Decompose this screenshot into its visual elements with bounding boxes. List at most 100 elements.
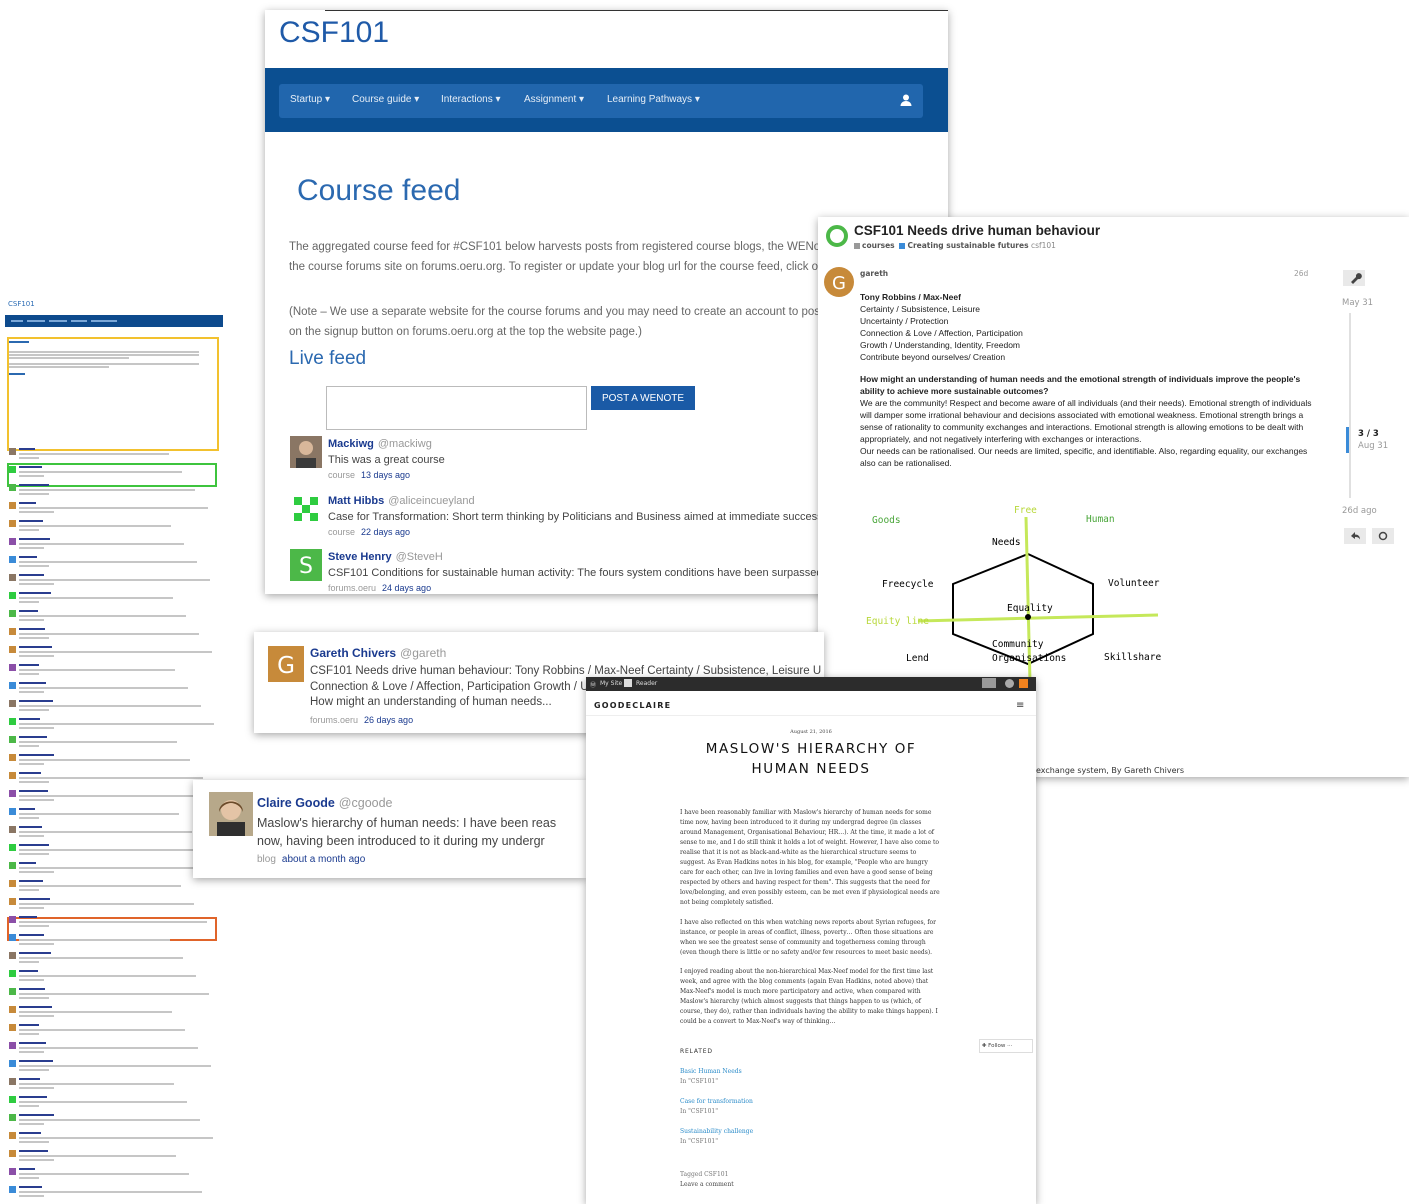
leave-comment-link[interactable]: Leave a comment — [680, 1181, 734, 1188]
mini-text — [19, 1029, 185, 1031]
wordpress-icon[interactable]: Ⓦ — [590, 680, 596, 689]
wenote-input[interactable] — [326, 386, 587, 430]
mini-text — [19, 1065, 211, 1067]
blog-site-title[interactable]: GOODECLAIRE — [594, 701, 671, 710]
svg-text:Freecycle: Freecycle — [882, 579, 934, 590]
site-brand[interactable]: CSF101 — [279, 16, 389, 50]
mini-avatar — [9, 880, 16, 887]
avatar[interactable]: G — [824, 267, 854, 297]
topic-title[interactable]: CSF101 Needs drive human behaviour — [854, 223, 1100, 238]
mini-text — [19, 723, 214, 725]
reader-link[interactable]: Reader — [636, 680, 657, 687]
post-date: August 21, 2016 — [790, 729, 832, 735]
mini-text — [19, 777, 203, 779]
mini-meta — [19, 727, 54, 729]
mini-text — [19, 669, 175, 671]
mini-meta — [19, 619, 44, 621]
nav-startup[interactable]: Startup ▾ — [290, 94, 330, 105]
mini-avatar — [9, 682, 16, 689]
mini-row — [9, 465, 215, 481]
mini-text — [19, 921, 207, 923]
menu-icon[interactable]: ≡ — [1016, 700, 1024, 711]
navbar: Startup ▾ Course guide ▾ Interactions ▾ … — [279, 84, 923, 118]
mini-text — [19, 1137, 213, 1139]
svg-text:Human: Human — [1086, 514, 1115, 525]
post-author[interactable]: gareth — [860, 269, 888, 278]
blog-post-page: Ⓦ My Site Reader GOODECLAIRE ≡ August 21… — [586, 677, 1036, 1204]
post-wenote-button[interactable]: POST A WENOTE — [591, 386, 695, 410]
mini-name — [19, 916, 37, 918]
mini-name — [19, 1096, 47, 1098]
mini-text — [19, 543, 184, 545]
oeru-logo-icon — [826, 225, 848, 247]
related-link[interactable]: Case for transformation — [680, 1098, 753, 1105]
reply-button[interactable] — [1344, 528, 1366, 544]
mini-text — [19, 813, 179, 815]
nav-assignment[interactable]: Assignment ▾ — [524, 94, 584, 105]
mini-name — [19, 718, 40, 720]
mini-text — [19, 831, 192, 833]
mini-row — [9, 1149, 215, 1165]
nav-learning-pathways[interactable]: Learning Pathways ▾ — [607, 94, 700, 105]
timeline-end[interactable]: 26d ago — [1342, 506, 1377, 516]
mini-avatar — [9, 466, 16, 473]
mini-meta — [19, 529, 39, 531]
svg-text:Skillshare: Skillshare — [1104, 652, 1161, 663]
author-name[interactable]: Claire Goode — [257, 796, 335, 810]
timeline-handle[interactable] — [1346, 427, 1349, 453]
author-name[interactable]: Gareth Chivers — [310, 646, 396, 660]
post-body: Tony Robbins / Max-Neef Certainty / Subs… — [860, 292, 1312, 468]
mini-name — [19, 484, 49, 486]
mini-avatar — [9, 862, 16, 869]
mini-name — [19, 844, 49, 846]
related-link[interactable]: Basic Human Needs — [680, 1068, 742, 1075]
mini-avatar — [9, 574, 16, 581]
mini-meta — [19, 1033, 39, 1035]
wrench-button[interactable] — [1343, 270, 1365, 286]
mini-row — [9, 1131, 215, 1147]
mini-name — [19, 952, 51, 954]
mini-row — [9, 843, 215, 859]
mini-avatar — [9, 502, 16, 509]
mini-text — [19, 561, 197, 563]
user-icon[interactable] — [899, 93, 913, 107]
nav-interactions[interactable]: Interactions ▾ — [441, 94, 501, 105]
notifications-icon[interactable] — [1019, 679, 1028, 688]
mini-text — [19, 849, 205, 851]
mini-meta — [19, 673, 39, 675]
svg-text:S: S — [299, 554, 313, 579]
notification-button[interactable] — [1372, 528, 1394, 544]
mini-avatar — [9, 1168, 16, 1175]
mini-row — [9, 645, 215, 661]
mini-row — [9, 1023, 215, 1039]
mini-text — [19, 741, 177, 743]
mini-avatar — [9, 826, 16, 833]
mini-avatar — [9, 1186, 16, 1193]
timestamp-link[interactable]: about a month ago — [282, 854, 365, 865]
post-paragraph: I have been reasonably familiar with Mas… — [680, 809, 940, 906]
avatar[interactable] — [1005, 679, 1014, 688]
my-site-link[interactable]: My Site — [600, 680, 622, 687]
mini-meta — [19, 1105, 39, 1107]
mini-row — [9, 717, 215, 733]
mini-meta — [19, 835, 44, 837]
write-icon[interactable] — [982, 678, 996, 688]
mini-text — [19, 795, 216, 797]
timeline-date: Aug 31 — [1358, 441, 1389, 451]
topic-categories: courses Creating sustainable futures csf… — [854, 241, 1056, 250]
mini-avatar — [9, 1024, 16, 1031]
mini-name — [19, 610, 38, 612]
mini-avatar — [9, 736, 16, 743]
nav-course-guide[interactable]: Course guide ▾ — [352, 94, 419, 105]
mini-text — [19, 651, 212, 653]
mini-meta — [19, 547, 44, 549]
timeline-start[interactable]: May 31 — [1342, 298, 1373, 308]
post-tags[interactable]: Tagged CSF101 — [680, 1171, 728, 1178]
mini-name — [19, 1006, 52, 1008]
mini-avatar — [9, 952, 16, 959]
follow-button[interactable]: ✚ Follow ··· — [979, 1039, 1033, 1053]
mini-meta — [19, 1195, 44, 1197]
mini-text — [19, 615, 186, 617]
related-link[interactable]: Sustainability challenge — [680, 1128, 753, 1135]
timestamp-link[interactable]: 26 days ago — [364, 715, 413, 725]
